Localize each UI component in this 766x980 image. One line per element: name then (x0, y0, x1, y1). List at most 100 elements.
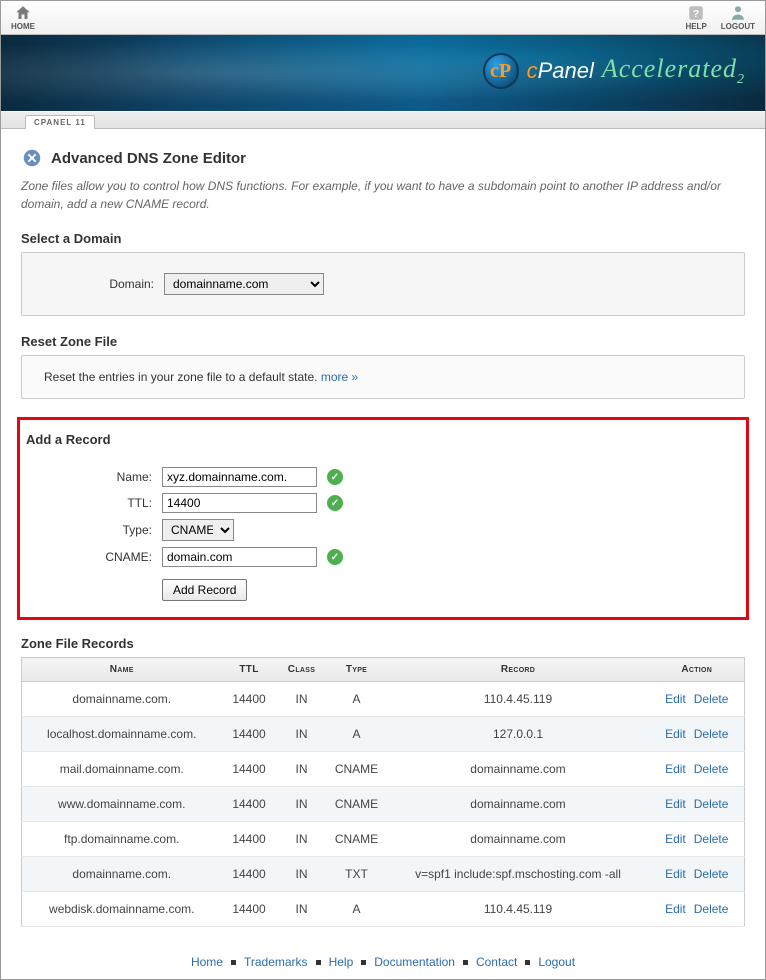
delete-link[interactable]: Delete (694, 832, 729, 846)
delete-link[interactable]: Delete (694, 902, 729, 916)
cell-type: A (327, 892, 387, 927)
edit-link[interactable]: Edit (665, 902, 686, 916)
type-select[interactable]: CNAME (162, 519, 234, 541)
footer-link-trademarks[interactable]: Trademarks (244, 955, 308, 969)
cell-class: IN (277, 682, 327, 717)
footer-link-contact[interactable]: Contact (476, 955, 517, 969)
table-row: mail.domainname.com.14400INCNAMEdomainna… (22, 752, 745, 787)
cell-action: Edit Delete (650, 892, 745, 927)
separator-icon (316, 960, 321, 965)
table-row: domainname.com.14400INA110.4.45.119EditD… (22, 682, 745, 717)
cell-name: domainname.com. (22, 857, 222, 892)
cell-type: TXT (327, 857, 387, 892)
home-label: HOME (11, 22, 35, 31)
reset-box: Reset the entries in your zone file to a… (21, 355, 745, 399)
ttl-label: TTL: (42, 496, 152, 510)
cell-class: IN (277, 787, 327, 822)
zone-records-table: Name TTL Class Type Record Action domain… (21, 657, 745, 927)
edit-link[interactable]: Edit (665, 727, 686, 741)
cell-action: Edit Delete (650, 787, 745, 822)
zone-records-heading: Zone File Records (21, 636, 745, 651)
cell-record: 110.4.45.119 (387, 682, 650, 717)
page-description: Zone files allow you to control how DNS … (21, 177, 745, 213)
footer-link-home[interactable]: Home (191, 955, 223, 969)
cell-type: CNAME (327, 787, 387, 822)
cell-record: 127.0.0.1 (387, 717, 650, 752)
delete-link[interactable]: Delete (694, 727, 729, 741)
col-action: Action (650, 658, 745, 682)
edit-link[interactable]: Edit (665, 762, 686, 776)
select-domain-heading: Select a Domain (21, 231, 745, 246)
domain-label: Domain: (44, 277, 154, 291)
table-row: www.domainname.com.14400INCNAMEdomainnam… (22, 787, 745, 822)
cell-name: domainname.com. (22, 682, 222, 717)
delete-link[interactable]: Delete (694, 867, 729, 881)
separator-icon (361, 960, 366, 965)
cell-type: CNAME (327, 822, 387, 857)
cell-class: IN (277, 752, 327, 787)
brand-cpanel: cPanel (527, 58, 594, 84)
add-record-section: Add a Record Name: ✓ TTL: ✓ Type: CNAME (17, 417, 749, 620)
col-class: Class (277, 658, 327, 682)
cell-name: webdisk.domainname.com. (22, 892, 222, 927)
table-row: domainname.com.14400INTXTv=spf1 include:… (22, 857, 745, 892)
cell-record: v=spf1 include:spf.mschosting.com -all (387, 857, 650, 892)
cell-ttl: 14400 (222, 787, 277, 822)
help-label: HELP (685, 22, 706, 31)
ttl-input[interactable] (162, 493, 317, 513)
tab-cpanel11[interactable]: CPANEL 11 (25, 115, 95, 129)
table-row: localhost.domainname.com.14400INA127.0.0… (22, 717, 745, 752)
separator-icon (463, 960, 468, 965)
reset-more-link[interactable]: more » (321, 370, 358, 384)
logout-label: LOGOUT (721, 22, 755, 31)
brand: cP cPanel Accelerated2 (483, 53, 745, 89)
cell-ttl: 14400 (222, 892, 277, 927)
dns-icon (21, 147, 43, 169)
cname-label: CNAME: (42, 550, 152, 564)
cell-action: Edit Delete (650, 752, 745, 787)
edit-link[interactable]: Edit (665, 797, 686, 811)
delete-link[interactable]: Delete (694, 762, 729, 776)
table-row: ftp.domainname.com.14400INCNAMEdomainnam… (22, 822, 745, 857)
footer-link-documentation[interactable]: Documentation (374, 955, 455, 969)
separator-icon (525, 960, 530, 965)
col-record: Record (387, 658, 650, 682)
cell-class: IN (277, 717, 327, 752)
cell-type: CNAME (327, 752, 387, 787)
check-icon: ✓ (327, 549, 343, 565)
cell-record: domainname.com (387, 752, 650, 787)
footer-link-help[interactable]: Help (329, 955, 354, 969)
table-row: webdisk.domainname.com.14400INA110.4.45.… (22, 892, 745, 927)
home-nav[interactable]: HOME (11, 4, 35, 31)
name-input[interactable] (162, 467, 317, 487)
cell-name: ftp.domainname.com. (22, 822, 222, 857)
footer-link-logout[interactable]: Logout (538, 955, 575, 969)
edit-link[interactable]: Edit (665, 832, 686, 846)
edit-link[interactable]: Edit (665, 867, 686, 881)
cell-action: Edit Delete (650, 682, 745, 717)
cell-ttl: 14400 (222, 857, 277, 892)
cell-action: Edit Delete (650, 822, 745, 857)
cell-ttl: 14400 (222, 752, 277, 787)
cell-record: 110.4.45.119 (387, 892, 650, 927)
tabs-bar: CPANEL 11 (1, 111, 765, 129)
help-nav[interactable]: ? HELP (685, 4, 706, 31)
name-label: Name: (42, 470, 152, 484)
reset-text: Reset the entries in your zone file to a… (44, 370, 321, 384)
delete-link[interactable]: Delete (694, 692, 729, 706)
cell-ttl: 14400 (222, 822, 277, 857)
add-record-button[interactable]: Add Record (162, 579, 247, 601)
brand-accelerated: Accelerated2 (602, 54, 745, 88)
svg-text:?: ? (693, 8, 699, 20)
domain-select[interactable]: domainname.com (164, 273, 324, 295)
type-label: Type: (42, 523, 152, 537)
cell-ttl: 14400 (222, 682, 277, 717)
add-record-heading: Add a Record (20, 432, 746, 447)
cname-input[interactable] (162, 547, 317, 567)
logout-nav[interactable]: LOGOUT (721, 4, 755, 31)
col-name: Name (22, 658, 222, 682)
cell-ttl: 14400 (222, 717, 277, 752)
delete-link[interactable]: Delete (694, 797, 729, 811)
check-icon: ✓ (327, 469, 343, 485)
edit-link[interactable]: Edit (665, 692, 686, 706)
